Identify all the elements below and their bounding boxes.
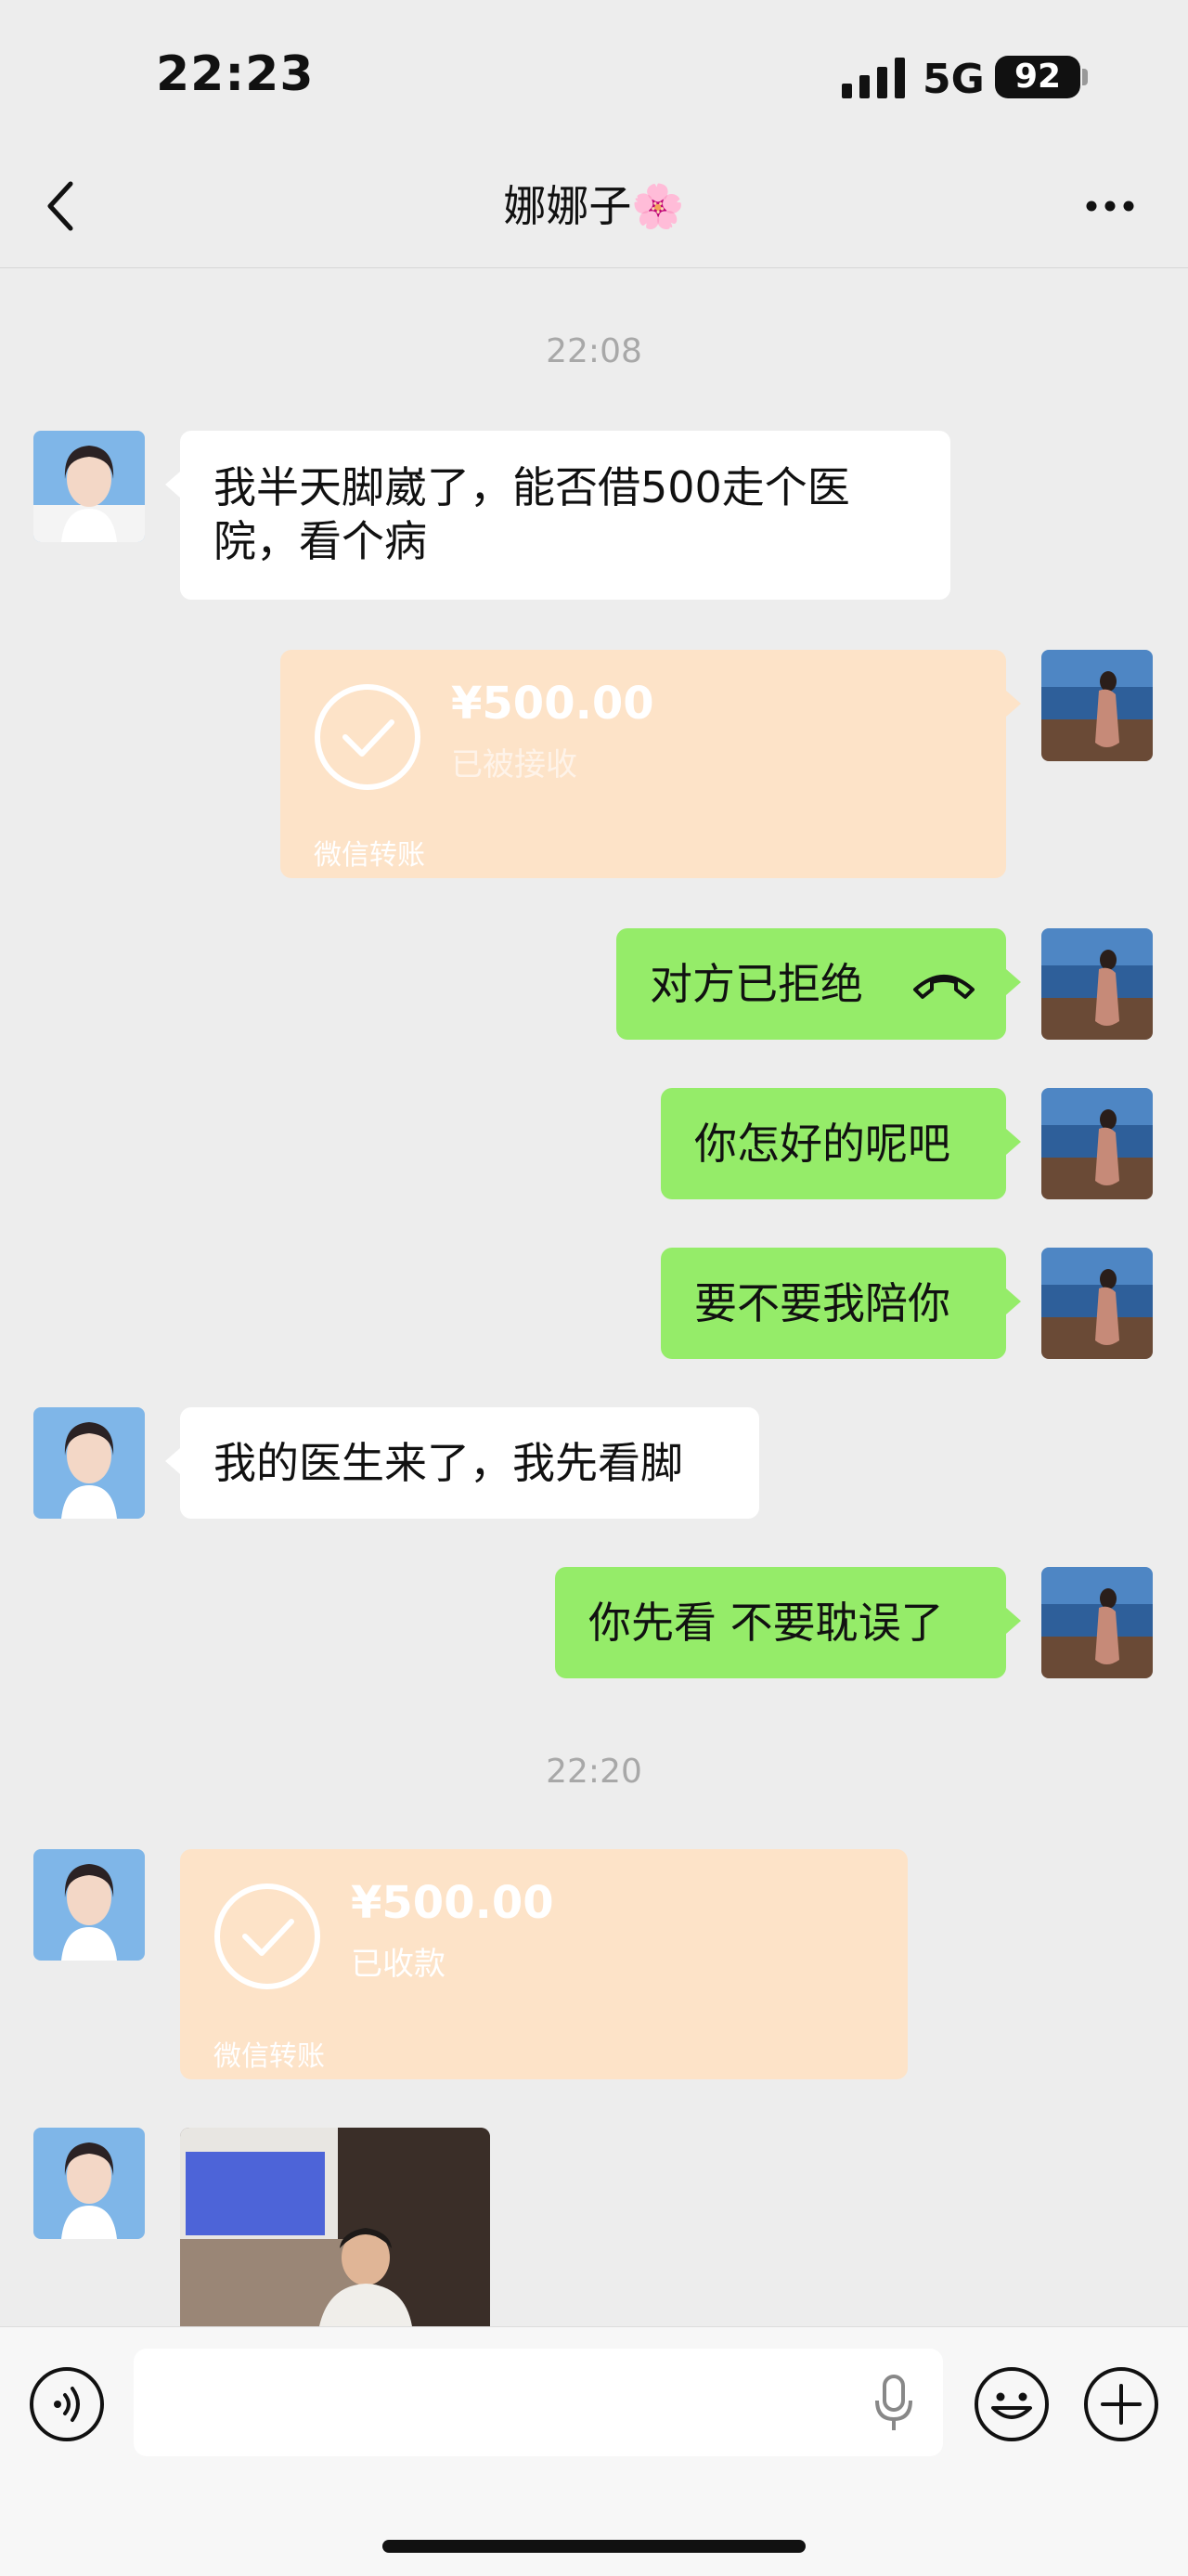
message-bubble-contact[interactable]: 我的医生来了，我先看脚 <box>180 1407 759 1519</box>
my-avatar[interactable] <box>1041 650 1153 761</box>
mic-icon[interactable] <box>872 2375 915 2432</box>
transfer-card-sent[interactable]: ¥500.00 已被接收 微信转账 <box>280 650 1006 878</box>
message-text: 你怎好的呢吧 <box>694 1119 950 1169</box>
message-text: 你先看 不要耽误了 <box>588 1598 944 1648</box>
my-avatar[interactable] <box>1041 1088 1153 1199</box>
bubble-tail <box>1006 969 1021 995</box>
home-indicator <box>382 2540 806 2553</box>
message-text: 我的医生来了，我先看脚 <box>213 1438 683 1488</box>
check-circle-icon <box>315 684 420 790</box>
check-circle-icon <box>214 1883 320 1989</box>
message-input[interactable] <box>134 2349 943 2456</box>
transfer-status: 已收款 <box>351 1946 446 1983</box>
battery-tip <box>1082 69 1088 85</box>
bubble-tail <box>1006 1608 1021 1634</box>
battery-indicator: 92 <box>995 56 1080 98</box>
message-bubble-contact[interactable]: 我半天脚崴了，能否借500走个医 院，看个病 <box>180 431 950 600</box>
transfer-footer: 微信转账 <box>314 839 425 872</box>
network-label: 5G <box>923 56 985 103</box>
call-text: 对方已拒绝 <box>650 959 863 1009</box>
contact-avatar[interactable] <box>33 431 145 542</box>
bubble-tail <box>1006 1288 1021 1314</box>
message-text: 要不要我陪你 <box>694 1278 950 1328</box>
transfer-amount: ¥500.00 <box>451 678 654 730</box>
time-separator: 22:08 <box>546 332 642 370</box>
my-avatar[interactable] <box>1041 928 1153 1040</box>
contact-avatar[interactable] <box>33 1407 145 1519</box>
emoji-icon[interactable] <box>973 2365 1051 2443</box>
call-bubble[interactable]: 对方已拒绝 <box>616 928 1006 1040</box>
more-icon[interactable] <box>1084 193 1136 219</box>
message-bubble-me[interactable]: 要不要我陪你 <box>661 1248 1006 1359</box>
add-icon[interactable] <box>1082 2365 1160 2443</box>
message-bubble-me[interactable]: 你先看 不要耽误了 <box>555 1567 1006 1678</box>
contact-avatar[interactable] <box>33 1849 145 1961</box>
transfer-amount: ¥500.00 <box>351 1877 554 1929</box>
my-avatar[interactable] <box>1041 1567 1153 1678</box>
signal-icon <box>842 58 905 98</box>
contact-avatar[interactable] <box>33 2128 145 2239</box>
transfer-card-received[interactable]: ¥500.00 已收款 微信转账 <box>180 1849 908 2079</box>
bubble-tail <box>1006 1129 1021 1155</box>
time-separator: 22:20 <box>546 1753 642 1791</box>
transfer-status: 已被接收 <box>451 746 577 783</box>
bubble-tail <box>165 1448 180 1474</box>
status-time: 22:23 <box>156 46 315 102</box>
my-avatar[interactable] <box>1041 1248 1153 1359</box>
chat-title[interactable]: 娜娜子🌸 <box>0 178 1188 234</box>
message-text: 院，看个病 <box>213 516 427 566</box>
bubble-tail <box>165 472 180 498</box>
bubble-tail <box>1006 691 1021 717</box>
transfer-footer: 微信转账 <box>213 2040 325 2073</box>
image-message[interactable] <box>180 2128 490 2326</box>
call-hangup-icon <box>913 975 975 999</box>
message-bubble-me[interactable]: 你怎好的呢吧 <box>661 1088 1006 1199</box>
message-text: 我半天脚崴了，能否借500走个医 <box>213 462 850 512</box>
voice-toggle-icon[interactable] <box>28 2365 106 2443</box>
